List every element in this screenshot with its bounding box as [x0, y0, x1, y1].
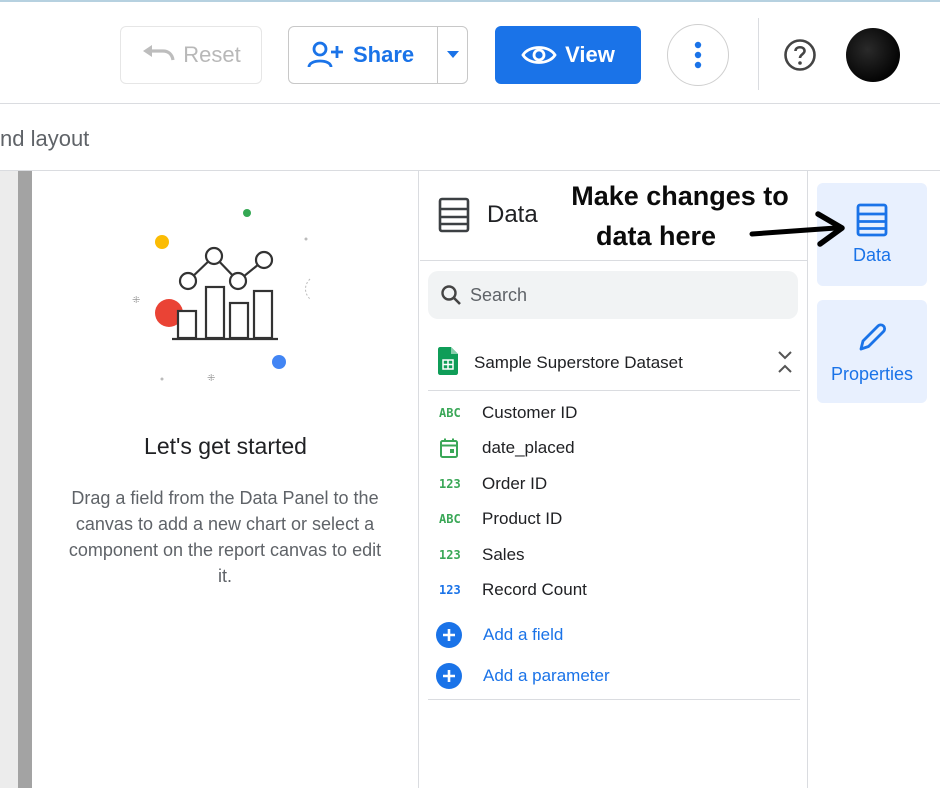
- field-list: ABC Customer ID date_placed 123 Order ID…: [428, 395, 800, 608]
- field-name: Record Count: [482, 580, 587, 600]
- share-dropdown-button[interactable]: [438, 50, 467, 60]
- sheets-icon: [438, 347, 458, 375]
- field-record-count[interactable]: 123 Record Count: [428, 573, 800, 609]
- view-label: View: [565, 42, 615, 67]
- field-list-divider: [428, 699, 800, 700]
- chart-illustration: ⁜ ⁜: [132, 209, 311, 384]
- search-input[interactable]: [470, 284, 770, 306]
- share-button-group: Share: [288, 26, 468, 84]
- table-rows-icon: [856, 203, 888, 237]
- svg-text:⁜: ⁜: [132, 295, 140, 306]
- toolbar-separator: [758, 18, 759, 90]
- field-sales[interactable]: 123 Sales: [428, 537, 800, 573]
- empty-state-title: Let's get started: [144, 433, 307, 459]
- help-circle-icon[interactable]: [783, 38, 817, 72]
- pencil-icon: [859, 323, 887, 351]
- number-type-icon: 123: [439, 547, 461, 562]
- layout-menu-label[interactable]: nd layout: [0, 126, 89, 152]
- search-icon: [441, 285, 461, 305]
- data-panel-title: Data: [487, 201, 538, 228]
- field-date-placed[interactable]: date_placed: [428, 431, 800, 467]
- more-options-button[interactable]: [667, 24, 729, 86]
- tab-properties[interactable]: Properties: [817, 300, 927, 403]
- share-button[interactable]: Share: [289, 27, 437, 83]
- report-editor: Reset Share View nd layout ⁜ ⁜ Let's get…: [0, 0, 940, 788]
- plus-circle-icon: [436, 663, 462, 689]
- table-rows-icon: [438, 197, 470, 233]
- share-label: Share: [353, 42, 415, 67]
- canvas-scrollbar[interactable]: [18, 171, 32, 788]
- data-panel: Data Sample Superstore Dataset: [420, 171, 808, 788]
- collapse-expand-icon[interactable]: [776, 349, 794, 375]
- add-parameter-button[interactable]: Add a parameter: [428, 656, 800, 696]
- data-source-name: Sample Superstore Dataset: [474, 353, 683, 372]
- field-name: Customer ID: [482, 402, 578, 422]
- add-field-button[interactable]: Add a field: [428, 615, 800, 655]
- empty-state-description: Drag a field from the Data Panel to the …: [68, 488, 382, 586]
- vertical-dots-icon: [694, 41, 702, 69]
- annotation-line-2: data here: [596, 221, 717, 251]
- canvas-edge: [0, 171, 18, 788]
- calendar-icon: [440, 438, 458, 459]
- field-name: date_placed: [482, 438, 575, 458]
- field-order-id[interactable]: 123 Order ID: [428, 466, 800, 502]
- field-product-id[interactable]: ABC Product ID: [428, 502, 800, 538]
- text-type-icon: ABC: [439, 405, 461, 420]
- tab-properties-label: Properties: [830, 364, 914, 384]
- tab-data-label: Data: [852, 245, 892, 265]
- reset-label: Reset: [183, 42, 241, 67]
- secondary-toolbar: nd layout: [0, 104, 940, 171]
- top-toolbar: Reset Share View: [0, 2, 940, 104]
- field-search[interactable]: [428, 271, 798, 319]
- number-type-icon: 123: [439, 476, 461, 491]
- svg-text:⁜: ⁜: [207, 373, 215, 384]
- data-source-row[interactable]: Sample Superstore Dataset: [428, 339, 800, 391]
- plus-circle-icon: [436, 622, 462, 648]
- text-type-icon: ABC: [439, 512, 461, 527]
- view-button[interactable]: View: [495, 26, 641, 84]
- avatar[interactable]: [846, 28, 900, 82]
- field-name: Sales: [482, 544, 525, 564]
- arrow-right-icon: [749, 211, 845, 247]
- eye-icon: [521, 46, 557, 64]
- field-name: Product ID: [482, 509, 563, 529]
- caret-down-icon: [446, 51, 459, 58]
- add-person-icon: [307, 41, 343, 68]
- reset-button[interactable]: Reset: [120, 26, 262, 84]
- add-field-label: Add a field: [483, 625, 564, 644]
- add-parameter-label: Add a parameter: [483, 666, 610, 685]
- number-type-icon: 123: [439, 583, 461, 598]
- empty-state-panel: ⁜ ⁜ Let's get started Drag a field from …: [32, 171, 419, 788]
- undo-icon: [143, 45, 175, 61]
- field-name: Order ID: [482, 473, 548, 493]
- field-customer-id[interactable]: ABC Customer ID: [428, 395, 800, 431]
